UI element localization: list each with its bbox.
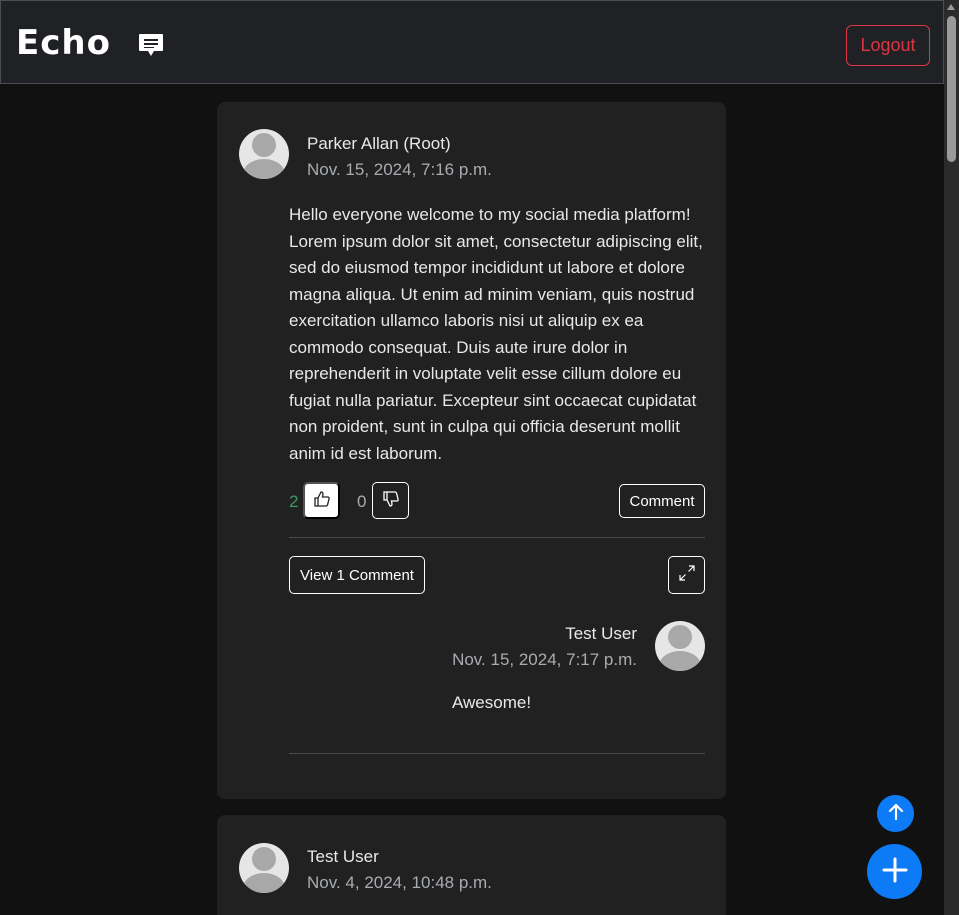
navbar: Echo Logout — [0, 0, 944, 84]
like-count: 2 — [289, 492, 299, 511]
post-card: Test User Nov. 4, 2024, 10:48 p.m. — [217, 815, 726, 915]
comment-timestamp: Nov. 15, 2024, 7:17 p.m. — [452, 650, 637, 669]
expand-button[interactable] — [668, 556, 705, 594]
post-timestamp: Nov. 4, 2024, 10:48 p.m. — [307, 873, 492, 892]
post-timestamp: Nov. 15, 2024, 7:16 p.m. — [307, 160, 492, 179]
post-author: Test User — [307, 847, 379, 866]
scrollbar-thumb[interactable] — [947, 16, 956, 162]
divider — [289, 537, 705, 538]
scroll-to-top-button[interactable] — [877, 795, 914, 832]
view-comments-button[interactable]: View 1 Comment — [289, 556, 425, 594]
thumbs-up-icon — [313, 490, 331, 511]
thumbs-down-icon — [382, 490, 400, 511]
arrow-up-icon — [886, 802, 906, 825]
comment-avatar — [655, 621, 705, 671]
post-author: Parker Allan (Root) — [307, 134, 451, 153]
comment-text: Awesome! — [452, 693, 532, 712]
divider — [289, 753, 705, 754]
dislike-count: 0 — [357, 492, 367, 511]
comment-author: Test User — [565, 624, 637, 643]
scroll-up-arrow-icon[interactable] — [947, 4, 955, 10]
scrollbar[interactable] — [944, 0, 959, 915]
post-body: Hello everyone welcome to my social medi… — [289, 205, 703, 463]
brand-logo[interactable]: Echo — [16, 23, 111, 63]
plus-icon — [881, 856, 909, 887]
expand-icon — [678, 564, 696, 586]
chat-bubble-icon — [137, 31, 165, 59]
dislike-button[interactable] — [372, 482, 409, 519]
like-button[interactable] — [303, 482, 340, 519]
logout-button[interactable]: Logout — [846, 25, 930, 66]
post-card: Parker Allan (Root) Nov. 15, 2024, 7:16 … — [217, 102, 726, 799]
new-post-button[interactable] — [867, 844, 922, 899]
avatar — [239, 129, 289, 179]
comment-button[interactable]: Comment — [619, 484, 705, 518]
avatar — [239, 843, 289, 893]
